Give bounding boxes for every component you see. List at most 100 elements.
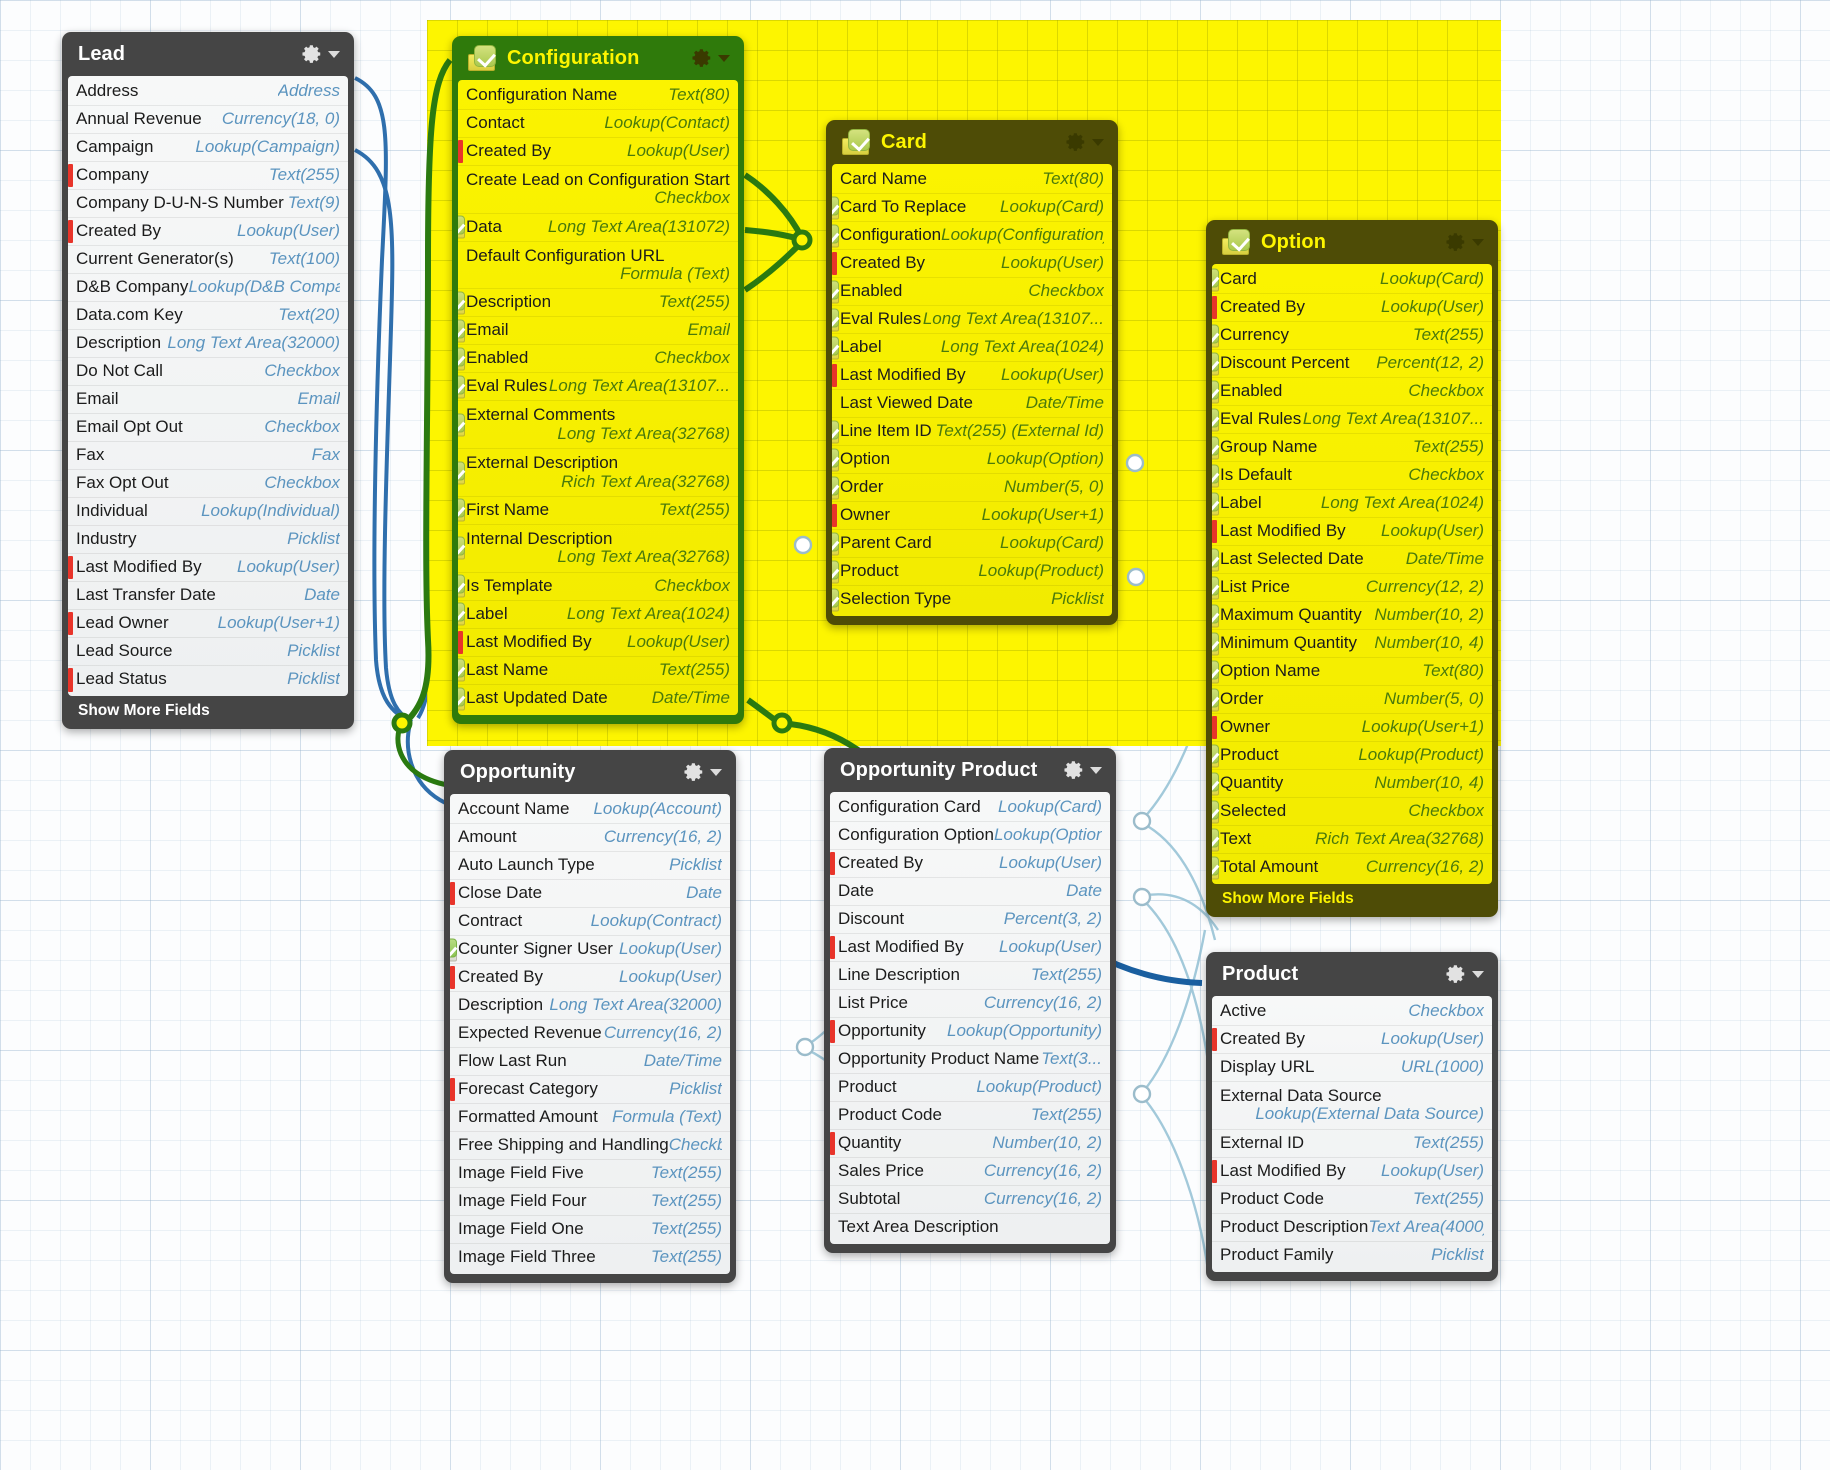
field-row[interactable]: Product Lookup(Product) [1212,742,1492,770]
field-row[interactable]: Last Modified By Lookup(User) [832,362,1112,390]
field-row[interactable]: Discount Percent(3, 2) [830,906,1110,934]
field-row[interactable]: Parent Card Lookup(Card) [832,530,1112,558]
field-row[interactable]: Date Date [830,878,1110,906]
field-row[interactable]: Option Name Text(80) [1212,658,1492,686]
field-row[interactable]: List Price Currency(12, 2) [1212,574,1492,602]
field-row[interactable]: Forecast Category Picklist [450,1076,730,1104]
field-row[interactable]: Is Default Checkbox [1212,462,1492,490]
field-row[interactable]: Enabled Checkbox [1212,378,1492,406]
entity-header[interactable]: Card [826,120,1118,164]
field-row[interactable]: External Description Rich Text Area(32768… [458,449,738,497]
field-row[interactable]: Created By Lookup(User) [830,850,1110,878]
field-row[interactable]: Line Item ID Text(255) (External Id) [832,418,1112,446]
entity-header[interactable]: Configuration [452,36,744,80]
field-row[interactable]: Quantity Number(10, 4) [1212,770,1492,798]
field-row[interactable]: Card To Replace Lookup(Card) [832,194,1112,222]
field-row[interactable]: Industry Picklist [68,526,348,554]
field-row[interactable]: Label Long Text Area(1024) [1212,490,1492,518]
field-row[interactable]: Lead Owner Lookup(User+1) [68,610,348,638]
field-row[interactable]: Account Name Lookup(Account) [450,796,730,824]
field-row[interactable]: Formatted Amount Formula (Text) [450,1104,730,1132]
field-row[interactable]: Created By Lookup(User) [450,964,730,992]
gear-menu-button[interactable] [691,47,730,69]
field-row[interactable]: Email Email [458,317,738,346]
entity-header[interactable]: Opportunity Product [824,748,1116,792]
entity-card[interactable]: Card Card Name Text(80) Card To Replace Look… [826,120,1118,625]
show-more-fields-button[interactable]: Show More Fields [62,696,354,729]
field-row[interactable]: Current Generator(s) Text(100) [68,246,348,274]
field-row[interactable]: Fax Fax [68,442,348,470]
field-row[interactable]: First Name Text(255) [458,497,738,525]
field-row[interactable]: Last Modified By Lookup(User) [830,934,1110,962]
field-row[interactable]: Configuration Card Lookup(Card) [830,794,1110,822]
field-row[interactable]: Order Number(5, 0) [1212,686,1492,714]
field-row[interactable]: Product Family Picklist [1212,1242,1492,1270]
field-row[interactable]: Data.com Key Text(20) [68,302,348,330]
field-row[interactable]: Image Field Five Text(255) [450,1160,730,1188]
field-row[interactable]: Configuration Name Text(80) [458,82,738,110]
field-row[interactable]: Individual Lookup(Individual) [68,498,348,526]
show-more-fields-button[interactable]: Show More Fields [1206,884,1498,917]
field-row[interactable]: Last Modified By Lookup(User) [1212,518,1492,546]
field-row[interactable]: Email Opt Out Checkbox [68,414,348,442]
entity-lead[interactable]: Lead Address Address Annual Revenue Currency… [62,32,354,729]
field-row[interactable]: Created By Lookup(User) [1212,1026,1492,1054]
field-row[interactable]: Flow Last Run Date/Time [450,1048,730,1076]
entity-option[interactable]: Option Card Lookup(Card) Created By Lookup(U… [1206,220,1498,917]
field-row[interactable]: Company D-U-N-S Number Text(9) [68,190,348,218]
field-row[interactable]: Description Text(255) [458,289,738,318]
field-row[interactable]: Last Updated Date Date/Time [458,685,738,713]
field-row[interactable]: Counter Signer User Lookup(User) [450,936,730,964]
field-row[interactable]: Enabled Checkbox [832,278,1112,306]
field-row[interactable]: Discount Percent Percent(12, 2) [1212,350,1492,378]
field-row[interactable]: Eval Rules Long Text Area(13107... [832,306,1112,334]
field-row[interactable]: Configuration Option Lookup(Option) [830,822,1110,850]
field-row[interactable]: Last Name Text(255) [458,657,738,685]
field-row[interactable]: External ID Text(255) [1212,1130,1492,1158]
field-row[interactable]: Data Long Text Area(131072) [458,214,738,242]
gear-menu-button[interactable] [1065,131,1104,153]
field-row[interactable]: Eval Rules Long Text Area(13107... [458,373,738,402]
field-row[interactable]: Last Modified By Lookup(User) [458,629,738,657]
field-row[interactable]: Selection Type Picklist [832,586,1112,614]
gear-menu-button[interactable] [1063,759,1102,781]
field-row[interactable]: Last Viewed Date Date/Time [832,390,1112,418]
gear-menu-button[interactable] [1445,963,1484,985]
field-row[interactable]: Card Lookup(Card) [1212,266,1492,294]
field-row[interactable]: Description Long Text Area(32000) [68,330,348,358]
field-row[interactable]: Text Rich Text Area(32768) [1212,826,1492,854]
field-row[interactable]: Free Shipping and HandlingCheckbox [450,1132,730,1160]
field-row[interactable]: Eval Rules Long Text Area(13107... [1212,406,1492,434]
field-row[interactable]: Label Long Text Area(1024) [832,334,1112,362]
field-row[interactable]: Subtotal Currency(16, 2) [830,1186,1110,1214]
entity-header[interactable]: Lead [62,32,354,76]
entity-header[interactable]: Product [1206,952,1498,996]
field-row[interactable]: External Comments Long Text Area(32768) [458,401,738,450]
field-row[interactable]: Created By Lookup(User) [458,138,738,166]
field-row[interactable]: Contact Lookup(Contact) [458,110,738,138]
field-row[interactable]: Create Lead on Configuration Start Checkb… [458,166,738,214]
field-row[interactable]: Auto Launch Type Picklist [450,852,730,880]
field-row[interactable]: Card Name Text(80) [832,166,1112,194]
field-row[interactable]: Created By Lookup(User) [1212,294,1492,322]
field-row[interactable]: Last Modified By Lookup(User) [1212,1158,1492,1186]
field-row[interactable]: Text Area Description [830,1214,1110,1242]
field-row[interactable]: Maximum Quantity Number(10, 2) [1212,602,1492,630]
field-row[interactable]: Created By Lookup(User) [832,250,1112,278]
field-row[interactable]: Expected Revenue Currency(16, 2) [450,1020,730,1048]
field-row[interactable]: Opportunity Product Name Text(3... [830,1046,1110,1074]
field-row[interactable]: Fax Opt Out Checkbox [68,470,348,498]
field-row[interactable]: Label Long Text Area(1024) [458,601,738,629]
field-row[interactable]: Created By Lookup(User) [68,218,348,246]
field-row[interactable]: Image Field One Text(255) [450,1216,730,1244]
field-row[interactable]: Active Checkbox [1212,998,1492,1026]
field-row[interactable]: Is Template Checkbox [458,573,738,601]
field-row[interactable]: Do Not Call Checkbox [68,358,348,386]
field-row[interactable]: Currency Text(255) [1212,322,1492,350]
entity-configuration[interactable]: Configuration Configuration Name Text(80) C… [452,36,744,724]
field-row[interactable]: Opportunity Lookup(Opportunity) [830,1018,1110,1046]
field-row[interactable]: Owner Lookup(User+1) [832,502,1112,530]
field-row[interactable]: Line Description Text(255) [830,962,1110,990]
field-row[interactable]: Close Date Date [450,880,730,908]
field-row[interactable]: Option Lookup(Option) [832,446,1112,474]
